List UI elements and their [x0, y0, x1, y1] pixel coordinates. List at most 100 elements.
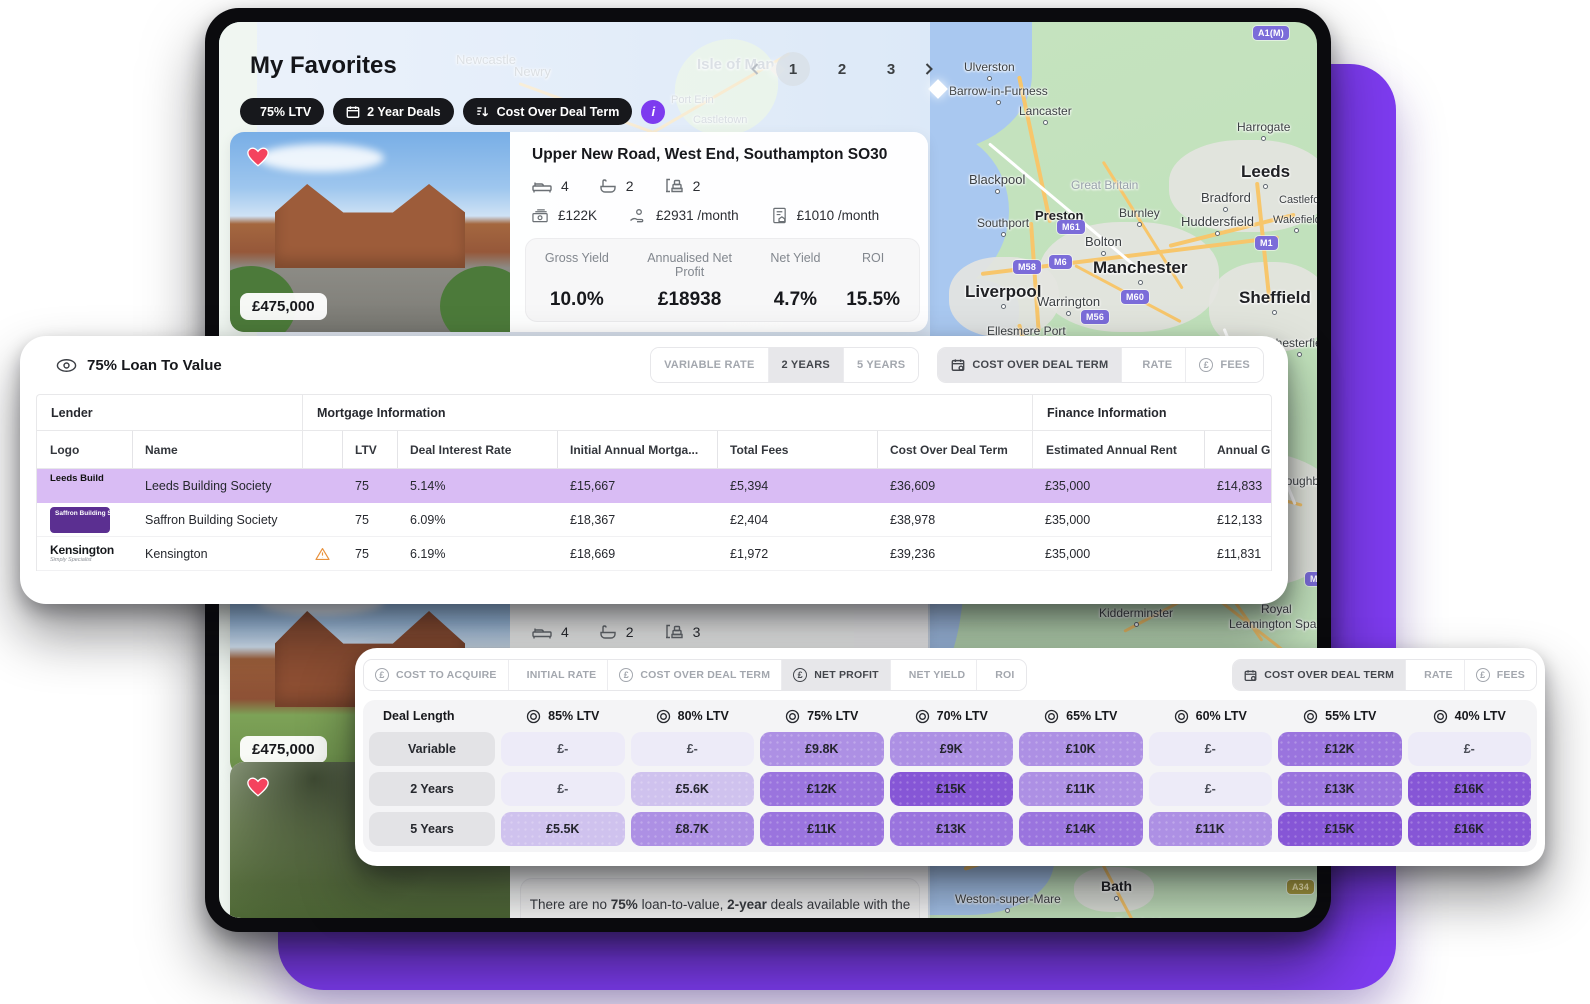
hand-coin-icon [629, 208, 647, 224]
matrix-row-5-years: 5 Years £5.5K £8.7K £11K £13K £14K £11K … [369, 812, 1531, 846]
heart-icon[interactable] [245, 774, 271, 798]
chevron-left-icon[interactable] [749, 62, 761, 76]
table-row[interactable]: Saffron Building Society Saffron Buildin… [37, 503, 1271, 537]
btn-roi[interactable]: ROI [976, 660, 1026, 690]
ltv-cell: 75 [342, 503, 397, 537]
pound-icon [793, 668, 808, 682]
matrix-cell: £15K [1278, 812, 1402, 846]
matrix-cell: £- [501, 732, 625, 766]
beds: 4 [532, 624, 569, 640]
col-estimated-annual-rent: Estimated Annual Rent [1032, 431, 1204, 469]
ltv-cell: 75 [342, 469, 397, 503]
cash-needed: £122K [532, 208, 597, 224]
map-city-label: Huddersfield [1181, 214, 1254, 236]
table-row[interactable]: Kensington Simply Specialist Kensington … [37, 537, 1271, 571]
matrix-cell: £- [1407, 732, 1531, 766]
btn-label: INITIAL RATE [526, 669, 597, 681]
group-header-lender: Lender [37, 395, 302, 431]
btn-cost-over-deal-term[interactable]: COST OVER DEAL TERM [607, 660, 782, 690]
matrix-toolbar: COST TO ACQUIRE INITIAL RATE COST OVER D… [363, 655, 1537, 695]
tab-fees[interactable]: FEES [1463, 660, 1536, 690]
page-number-1[interactable]: 1 [776, 52, 810, 86]
btn-cost-to-acquire[interactable]: COST TO ACQUIRE [364, 660, 508, 690]
note-bold: 75% [610, 897, 638, 912]
warning-cell [302, 503, 342, 537]
map-city-label: Blackpool [969, 172, 1025, 194]
tab-2-years[interactable]: 2 YEARS [767, 348, 843, 382]
chevron-right-icon[interactable] [923, 62, 935, 76]
ltv-matrix-panel: COST TO ACQUIRE INITIAL RATE COST OVER D… [355, 648, 1545, 866]
tab-cost-over-deal-term[interactable]: COST OVER DEAL TERM [1233, 660, 1406, 690]
lender-logo: Leeds Building Society [37, 469, 132, 503]
map-city-label: Great Britain [1071, 178, 1139, 192]
matrix-cell: £- [1148, 772, 1272, 806]
cost-cell: £38,978 [877, 503, 1032, 537]
baths-count: 2 [625, 623, 634, 640]
row-label: 2 Years [369, 772, 495, 806]
map-city-label: Castleford [1279, 194, 1317, 206]
tab-5-years[interactable]: 5 YEARS [842, 348, 919, 382]
tab-rate[interactable]: RATE [1405, 660, 1464, 690]
map-city-label: Barrow-in-Furness [949, 84, 1048, 105]
matrix-cell: £12K [1278, 732, 1402, 766]
saffron-logo: Saffron Building Society [50, 506, 110, 533]
initial-cell: £18,669 [557, 537, 717, 571]
receipt-home-icon [771, 207, 788, 224]
calendar-icon [951, 358, 965, 372]
btn-label: NET YIELD [908, 669, 966, 681]
ltv-panel-title-row: 75% Loan To Value [56, 357, 222, 374]
road-badge: A34 [1287, 880, 1315, 894]
gross-cell: £11,831 [1204, 537, 1271, 571]
amenities-row: 4 2 3 [532, 623, 920, 640]
sort-icon [476, 105, 490, 119]
pagination: 1 2 3 [749, 52, 935, 86]
bed-icon [532, 624, 552, 640]
beds: 4 [532, 178, 569, 194]
cash-icon [532, 208, 549, 224]
filter-chip-sort[interactable]: Cost Over Deal Term [462, 98, 633, 125]
receptions-count: 3 [692, 623, 701, 640]
property-card[interactable]: £475,000 Upper New Road, West End, South… [230, 132, 928, 332]
btn-net-yield[interactable]: NET YIELD [889, 660, 977, 690]
pound-icon [1199, 358, 1214, 372]
tab-rate[interactable]: RATE [1121, 348, 1186, 382]
filter-chip-ltv[interactable]: 75% LTV [240, 98, 325, 125]
filter-chips: 75% LTV 2 Year Deals Cost Over Deal Term… [240, 98, 666, 125]
stat-value: 10.0% [549, 289, 604, 310]
receptions: 3 [664, 623, 701, 640]
rate-cell: 5.14% [397, 469, 557, 503]
page-number-3[interactable]: 3 [874, 52, 908, 86]
beds-count: 4 [561, 177, 569, 194]
stat-value: 15.5% [846, 289, 901, 310]
rent-value: £2931 /month [656, 208, 739, 223]
fees-cell: £2,404 [717, 503, 877, 537]
heart-icon[interactable] [245, 144, 271, 168]
initial-cell: £15,667 [557, 469, 717, 503]
ltv-matrix: Deal Length 85% LTV 80% LTV 75% LTV 70% … [363, 700, 1537, 852]
row-label: 5 Years [369, 812, 495, 846]
matrix-cell: £9.8K [760, 732, 884, 766]
btn-label: NET PROFIT [814, 669, 879, 681]
map-city-label: Ulverston [964, 60, 1015, 81]
baths: 2 [599, 178, 634, 194]
col-85-ltv: 85% LTV [501, 700, 625, 732]
btn-net-profit[interactable]: NET PROFIT [781, 660, 890, 690]
pound-icon [375, 668, 389, 682]
no-deals-note: There are no 75% loan-to-value, 2-year d… [520, 878, 920, 918]
kensington-logo-text: Kensington [50, 542, 114, 557]
tab-variable-rate[interactable]: VARIABLE RATE [651, 348, 768, 382]
road-badge: M58 [1013, 260, 1042, 274]
pound-icon [1475, 668, 1490, 682]
info-button[interactable]: i [641, 99, 666, 124]
tab-cost-over-deal-term[interactable]: COST OVER DEAL TERM [938, 348, 1122, 382]
matrix-cell: £13K [1278, 772, 1402, 806]
ltv-cell: 75 [342, 537, 397, 571]
page-number-2[interactable]: 2 [825, 52, 859, 86]
tab-fees[interactable]: FEES [1185, 348, 1263, 382]
filter-chip-term[interactable]: 2 Year Deals [333, 98, 454, 125]
stat-label: Net Yield [770, 251, 821, 265]
matrix-cell: £16K [1407, 812, 1531, 846]
table-row[interactable]: Leeds Building Society Leeds Building So… [37, 469, 1271, 503]
term-tab-group: VARIABLE RATE 2 YEARS 5 YEARS [650, 347, 920, 383]
btn-initial-rate[interactable]: INITIAL RATE [507, 660, 608, 690]
